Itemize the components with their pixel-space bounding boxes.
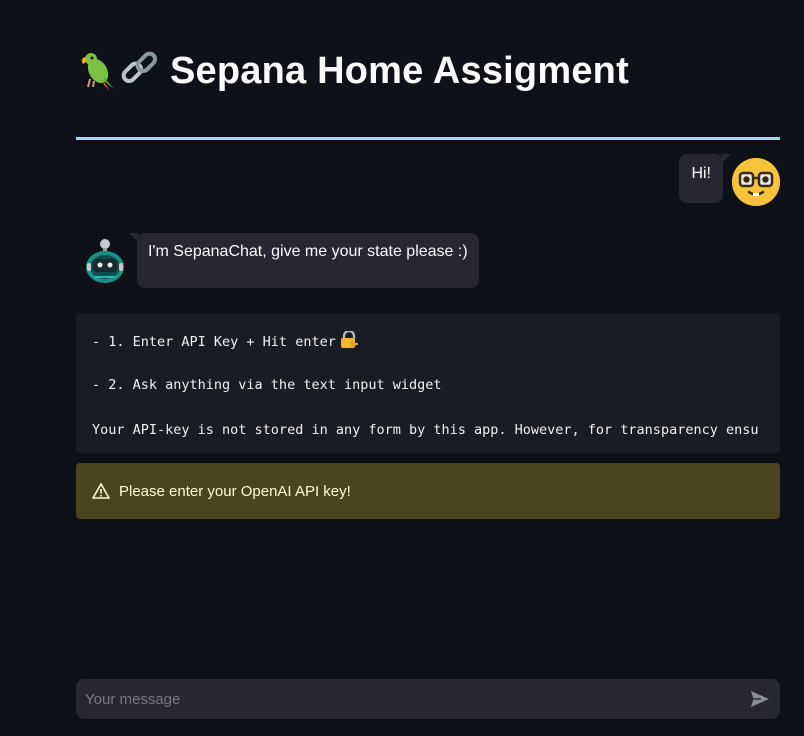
parrot-link-icon <box>81 51 158 91</box>
warning-text: Please enter your OpenAI API key! <box>119 482 351 500</box>
chat-input-container <box>76 678 780 720</box>
page-title: Sepana Home Assigment <box>76 46 629 96</box>
parrot-link-emoji <box>76 49 164 93</box>
send-icon <box>751 691 769 707</box>
chat-message-input[interactable] <box>76 678 740 720</box>
title-text: Sepana Home Assigment <box>170 49 629 92</box>
instructions-code-block: - 1. Enter API Key + Hit enter - 2. Ask … <box>76 313 780 453</box>
api-key-warning: Please enter your OpenAI API key! <box>76 463 780 519</box>
instruction-line-3: Your API-key is not stored in any form b… <box>92 422 759 438</box>
robot-icon <box>84 237 126 283</box>
nerd-face-icon <box>732 158 780 206</box>
assistant-message-bubble: I'm SepanaChat, give me your state pleas… <box>129 233 479 288</box>
assistant-message: I'm SepanaChat, give me your state pleas… <box>84 233 479 288</box>
instruction-line-1-text: - 1. Enter API Key + Hit enter <box>92 334 336 350</box>
lock-key-icon <box>340 329 358 352</box>
instruction-line-2: - 2. Ask anything via the text input wid… <box>92 377 442 393</box>
chat-app: Sepana Home Assigment Hi! I'm SepanaChat… <box>0 0 804 736</box>
header-divider <box>76 137 780 140</box>
user-message-bubble: Hi! <box>679 154 731 203</box>
warning-triangle-icon <box>92 483 110 499</box>
send-button[interactable] <box>740 679 780 719</box>
instruction-line-1: - 1. Enter API Key + Hit enter <box>92 329 358 352</box>
user-message: Hi! <box>679 154 780 206</box>
